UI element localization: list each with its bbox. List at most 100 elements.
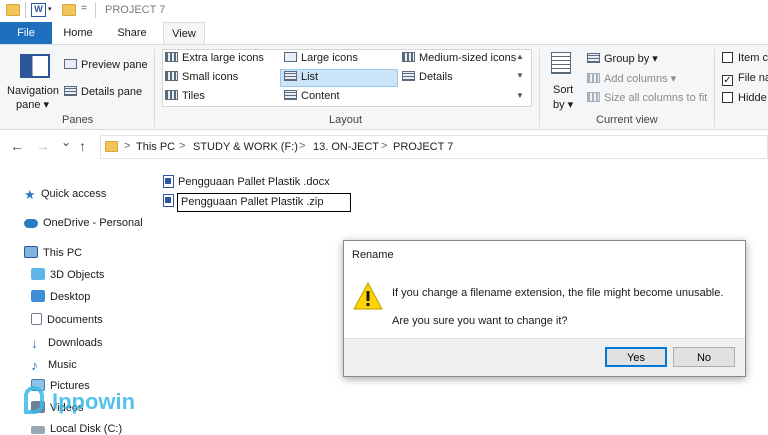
cloud-icon (24, 219, 38, 228)
tab-file[interactable]: File (0, 22, 52, 44)
details-pane-button[interactable]: Details pane (64, 86, 142, 98)
size-columns-icon (587, 92, 600, 102)
current-view-group-label: Current view (596, 114, 658, 126)
add-columns-label: Add columns ▾ (604, 73, 677, 85)
more-layouts-icon[interactable]: ▼ (516, 91, 524, 100)
sidebar-item-local-disk[interactable]: Local Disk (C:) (31, 423, 122, 435)
navigation-pane-button[interactable]: Navigation pane ▾ (5, 48, 60, 111)
no-button[interactable]: No (673, 347, 735, 367)
sidebar-item-label: OneDrive - Personal (43, 217, 143, 229)
folder-icon[interactable] (62, 4, 76, 16)
scroll-down-icon[interactable]: ▼ (516, 71, 524, 80)
sidebar-item-label: 3D Objects (50, 269, 105, 281)
dialog-title: Rename (352, 249, 394, 261)
sort-icon (551, 52, 571, 74)
layout-item-label: Content (301, 90, 340, 102)
navigation-bar: ← → ⌄ ↑ > This PC > STUDY & WORK (F:) > … (0, 130, 768, 162)
download-arrow-icon: ↓ (31, 335, 38, 351)
checkbox[interactable] (722, 52, 733, 63)
sidebar-item-downloads[interactable]: ↓ Downloads (31, 335, 103, 351)
details-pane-icon (64, 86, 77, 96)
sort-by-button[interactable]: Sort by ▾ (547, 48, 579, 111)
star-icon: ★ (24, 187, 36, 202)
file-name-extensions-toggle[interactable]: ✓ File na (722, 72, 768, 86)
back-arrow-icon[interactable]: ← (10, 138, 24, 154)
sidebar-item-label: Desktop (50, 291, 91, 303)
layout-tiles[interactable]: Tiles (165, 90, 205, 102)
add-columns-button[interactable]: Add columns ▾ (587, 72, 676, 85)
item-checkboxes-toggle[interactable]: Item c (722, 52, 768, 64)
cube-icon (31, 268, 45, 280)
breadcrumb-this-pc[interactable]: This PC (136, 141, 175, 153)
details-icon (402, 71, 415, 81)
group-by-button[interactable]: Group by ▾ (587, 52, 658, 65)
layout-small-icons[interactable]: Small icons (165, 71, 238, 83)
breadcrumb-folder[interactable]: 13. ON-JECT (313, 141, 379, 153)
breadcrumb-current[interactable]: PROJECT 7 (393, 141, 453, 153)
size-columns-button[interactable]: Size all columns to fit (587, 92, 707, 104)
add-columns-icon (587, 73, 600, 83)
dialog-question: Are you sure you want to change it? (392, 315, 568, 327)
size-columns-label: Size all columns to fit (604, 92, 708, 104)
customize-qat-icon[interactable]: = (81, 3, 87, 14)
layout-large-icons[interactable]: Large icons (284, 52, 358, 64)
checkbox-checked[interactable]: ✓ (722, 75, 733, 86)
breadcrumb-separator[interactable]: > (299, 140, 305, 152)
breadcrumb-separator[interactable]: > (179, 140, 185, 152)
sort-by-label: Sort (553, 84, 574, 96)
sidebar-item-documents[interactable]: Documents (31, 313, 103, 326)
tab-home[interactable]: Home (57, 22, 99, 44)
layout-details[interactable]: Details (402, 71, 453, 83)
qat-dropdown-icon[interactable]: ▾ (48, 5, 52, 13)
sidebar-item-label: Downloads (48, 337, 103, 349)
separator (154, 49, 155, 127)
layout-list[interactable]: List (284, 71, 318, 83)
layout-medium-icons[interactable]: Medium-sized icons (402, 52, 516, 64)
breadcrumb-separator[interactable]: > (381, 140, 387, 152)
item-checkboxes-label: Item c (738, 52, 768, 64)
tab-share[interactable]: Share (109, 22, 155, 44)
yes-button[interactable]: Yes (605, 347, 667, 367)
preview-pane-button[interactable]: Preview pane (64, 59, 148, 71)
forward-arrow-icon[interactable]: → (36, 138, 50, 154)
file-item[interactable] (163, 194, 178, 212)
sidebar-item-onedrive[interactable]: OneDrive - Personal (24, 217, 143, 229)
ribbon-tabs: File Home Share View (0, 22, 768, 44)
file-item[interactable]: Pengguaan Pallet Plastik .docx (163, 175, 330, 193)
breadcrumb-separator[interactable]: > (124, 140, 130, 152)
rename-input[interactable]: Pengguaan Pallet Plastik .zip (177, 193, 351, 212)
word-icon[interactable]: W (31, 3, 46, 17)
sidebar-item-music[interactable]: ♪ Music (31, 357, 77, 373)
rename-dialog: Rename If you change a filename extensio… (343, 240, 746, 377)
tiles-icon (165, 90, 178, 100)
sidebar-item-desktop[interactable]: Desktop (31, 290, 90, 303)
word-document-icon (163, 194, 174, 207)
hidden-items-toggle[interactable]: Hidde (722, 92, 767, 104)
dialog-footer: Yes No (344, 338, 745, 376)
small-icons-icon (165, 71, 178, 81)
recent-locations-icon[interactable]: ⌄ (61, 135, 71, 149)
sidebar-item-3d-objects[interactable]: 3D Objects (31, 268, 104, 281)
watermark-text: Ippowin (52, 389, 136, 414)
large-icons-icon (284, 52, 297, 62)
file-name: Pengguaan Pallet Plastik .docx (178, 176, 330, 188)
watermark-logo (24, 386, 44, 414)
sidebar-item-this-pc[interactable]: This PC (24, 246, 82, 259)
layout-extra-large-icons[interactable]: Extra large icons (165, 52, 264, 64)
sidebar-item-quick-access[interactable]: ★ Quick access (24, 187, 106, 202)
checkbox[interactable] (722, 92, 733, 103)
extra-large-icons-icon (165, 52, 178, 62)
sidebar-item-label: Music (48, 359, 77, 371)
up-arrow-icon[interactable]: ↑ (79, 138, 86, 154)
tab-view[interactable]: View (163, 22, 205, 44)
sidebar-item-label: This PC (43, 247, 83, 259)
ribbon: Navigation pane ▾ Preview pane Details p… (0, 44, 768, 130)
preview-pane-icon (64, 59, 77, 69)
separator (25, 2, 26, 18)
warning-icon (353, 282, 383, 310)
music-note-icon: ♪ (31, 357, 38, 373)
layout-content[interactable]: Content (284, 90, 340, 102)
scroll-up-icon[interactable]: ▲ (516, 52, 524, 61)
breadcrumb-drive[interactable]: STUDY & WORK (F:) (193, 141, 298, 153)
address-bar[interactable]: > This PC > STUDY & WORK (F:) > 13. ON-J… (100, 135, 768, 159)
